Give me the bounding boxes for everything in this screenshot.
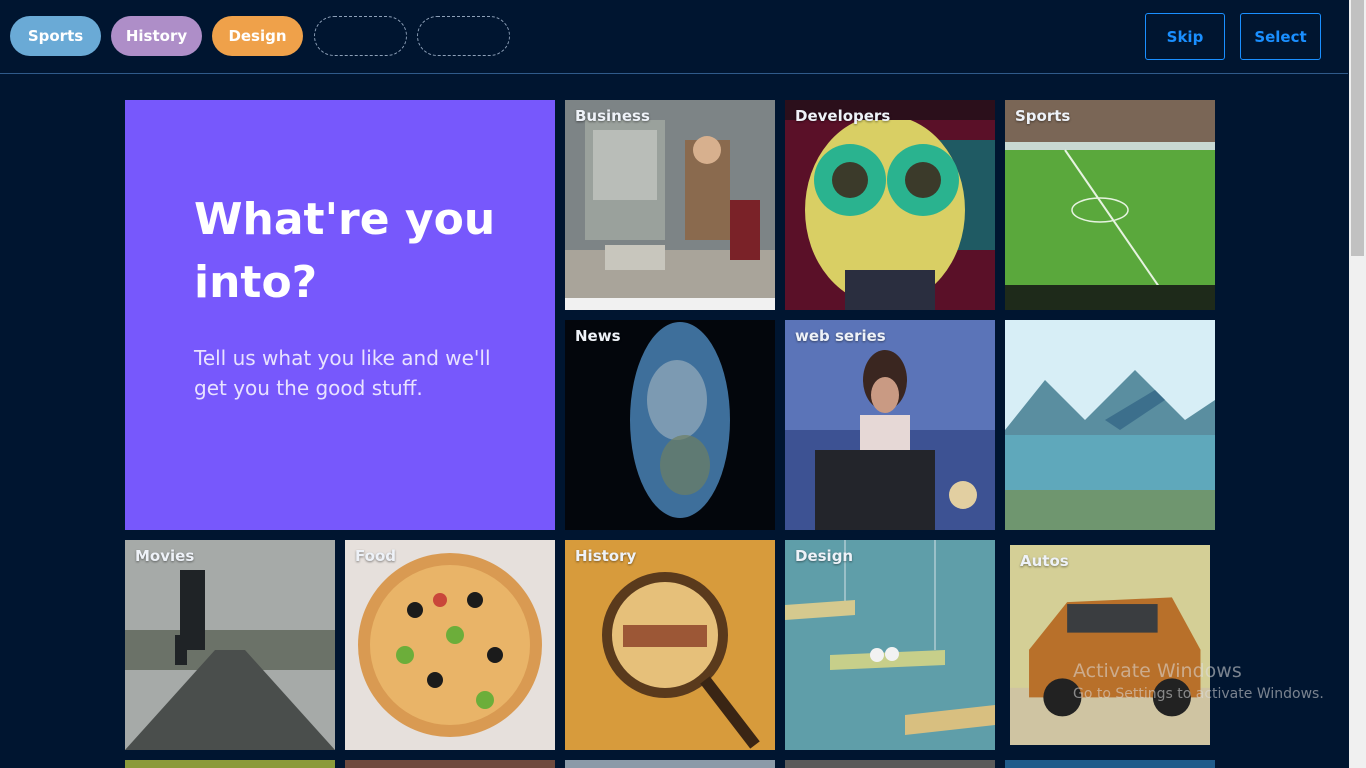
- category-tile-autos[interactable]: Autos: [1010, 545, 1210, 745]
- category-tile-partial[interactable]: [345, 760, 555, 768]
- category-tile-history[interactable]: History: [565, 540, 775, 750]
- sports-image: [1005, 100, 1215, 310]
- category-tile-food[interactable]: Food: [345, 540, 555, 750]
- category-tile-web-series[interactable]: web series: [785, 320, 995, 530]
- category-tile-news[interactable]: News: [565, 320, 775, 530]
- selected-chip-sports[interactable]: Sports: [10, 16, 101, 56]
- empty-chip-slot: [314, 16, 407, 56]
- scrollbar-thumb[interactable]: [1351, 0, 1364, 256]
- category-tile-movies[interactable]: Movies: [125, 540, 335, 750]
- category-tile-design[interactable]: Design: [785, 540, 995, 750]
- food-image: [345, 540, 555, 750]
- business-image: [565, 100, 775, 310]
- top-bar: Sports History Design Skip Select: [0, 0, 1348, 74]
- select-button[interactable]: Select: [1240, 13, 1321, 60]
- tile-label: web series: [795, 327, 886, 345]
- skip-button[interactable]: Skip: [1145, 13, 1225, 60]
- news-image: [565, 320, 775, 530]
- category-tile-business[interactable]: Business: [565, 100, 775, 310]
- tile-label: Business: [575, 107, 650, 125]
- selected-chip-history[interactable]: History: [111, 16, 202, 56]
- tile-label: Autos: [1020, 552, 1069, 570]
- autos-image: [1010, 545, 1210, 745]
- empty-chip-slot: [417, 16, 510, 56]
- developers-image: [785, 100, 995, 310]
- travel-image: [1005, 320, 1215, 530]
- tile-label: Food: [355, 547, 396, 565]
- tile-label: Movies: [135, 547, 195, 565]
- category-tile-partial[interactable]: [125, 760, 335, 768]
- tile-label: History: [575, 547, 637, 565]
- page-title: What're you into?: [194, 194, 496, 308]
- history-image: [565, 540, 775, 750]
- selected-chip-design[interactable]: Design: [212, 16, 303, 56]
- category-tile-partial[interactable]: [565, 760, 775, 768]
- category-tile-travel[interactable]: [1005, 320, 1215, 530]
- page-subtitle: Tell us what you like and we'll get you …: [194, 346, 491, 400]
- category-tile-developers[interactable]: Developers: [785, 100, 995, 310]
- design-image: [785, 540, 995, 750]
- intro-panel: What're you into? Tell us what you like …: [125, 100, 555, 530]
- windows-activation-watermark: Activate Windows Go to Settings to activ…: [1073, 660, 1324, 702]
- tile-label: Developers: [795, 107, 891, 125]
- movies-image: [125, 540, 335, 750]
- category-tile-sports[interactable]: Sports: [1005, 100, 1215, 310]
- page-scrollbar[interactable]: [1349, 0, 1366, 768]
- tile-label: News: [575, 327, 621, 345]
- tile-label: Design: [795, 547, 854, 565]
- tile-label: Sports: [1015, 107, 1071, 125]
- category-tile-partial[interactable]: [1005, 760, 1215, 768]
- watermark-subtitle: Go to Settings to activate Windows.: [1073, 686, 1324, 702]
- watermark-title: Activate Windows: [1073, 660, 1242, 682]
- category-tile-partial[interactable]: [785, 760, 995, 768]
- web-series-image: [785, 320, 995, 530]
